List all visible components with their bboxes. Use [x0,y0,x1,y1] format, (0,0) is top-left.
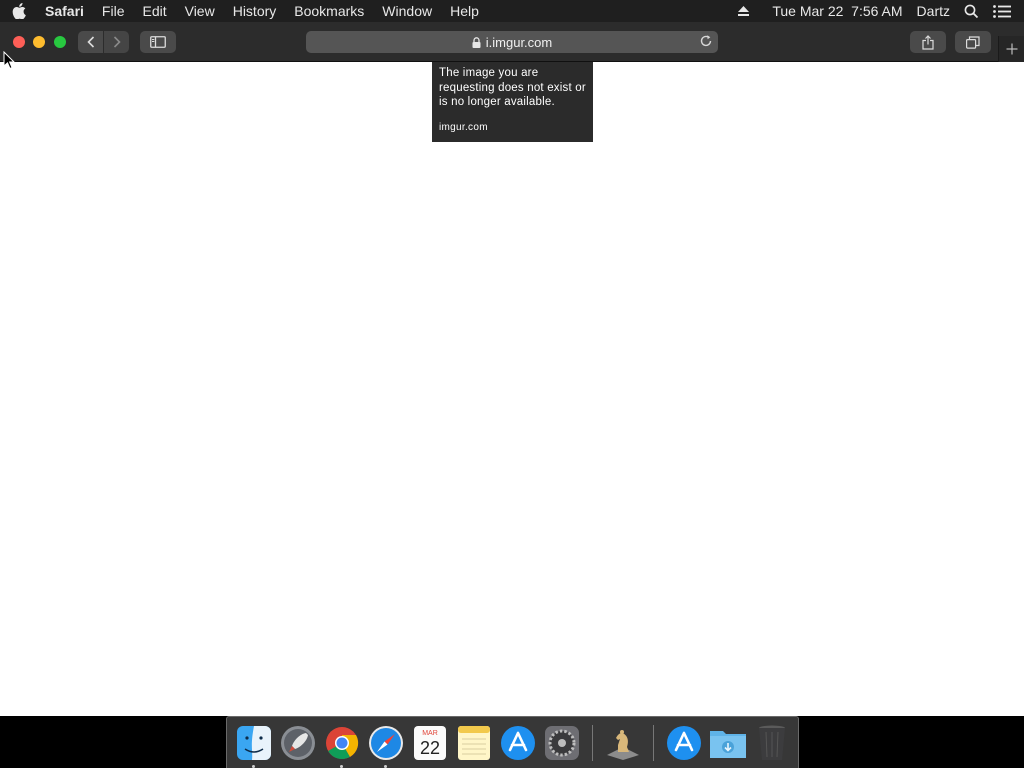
chrome-icon [326,726,359,759]
svg-text:MAR: MAR [422,730,438,737]
safari-window: i.imgur.com The image you are requesting… [0,22,1024,716]
notification-center-icon[interactable] [993,4,1011,18]
navigation-buttons [78,31,129,53]
mouse-cursor-icon [3,51,15,70]
menu-bookmarks[interactable]: Bookmarks [285,0,373,22]
close-window-button[interactable] [13,36,25,48]
dock-separator-2 [653,724,654,761]
site-label: imgur.com [439,121,488,133]
downloads-folder-icon [710,730,746,758]
share-icon [922,34,934,50]
share-button[interactable] [910,31,946,53]
chrome-running-indicator [340,764,343,768]
image-unavailable-placeholder: The image you are requesting does not ex… [432,62,593,142]
dock-chess[interactable] [604,724,642,762]
calendar-icon: MAR 22 [414,725,446,760]
spotlight-search-icon[interactable] [964,4,979,19]
dock-app-store-download[interactable] [665,724,703,762]
finder-running-indicator [252,764,255,768]
notes-icon [458,725,490,760]
address-bar-url: i.imgur.com [485,34,553,50]
menu-bar: Safari File Edit View History Bookmarks … [0,0,1024,22]
dock: MAR 22 [226,716,799,768]
dock-trash[interactable] [753,724,791,762]
address-bar[interactable]: i.imgur.com [306,31,718,53]
dock-separator [592,724,593,761]
chess-knight-icon [607,729,639,760]
menu-app-safari[interactable]: Safari [38,0,93,22]
dock-calendar[interactable]: MAR 22 [411,724,449,762]
show-sidebar-button[interactable] [140,31,176,53]
svg-text:22: 22 [420,738,440,758]
reload-button[interactable] [699,34,713,48]
reload-icon [700,35,712,47]
new-tab-button[interactable] [998,36,1024,62]
menubar-user[interactable]: Dartz [917,3,950,19]
tabs-overview-icon [966,35,980,49]
menu-window[interactable]: Window [373,0,441,22]
lock-icon [472,36,481,48]
plus-icon [1006,43,1017,55]
web-page-content: The image you are requesting does not ex… [0,62,1024,716]
finder-icon [237,725,271,760]
back-button[interactable] [78,31,103,53]
apple-menu[interactable] [0,3,38,19]
menu-view[interactable]: View [176,0,224,22]
launchpad-rocket-icon [281,725,315,760]
gear-icon [545,725,579,760]
sidebar-icon [150,36,166,48]
forward-button[interactable] [104,31,129,53]
chevron-left-icon [86,36,94,48]
safari-toolbar: i.imgur.com [0,22,1024,62]
safari-running-indicator [384,764,387,768]
dock-system-preferences[interactable] [543,724,581,762]
minimize-window-button[interactable] [33,36,45,48]
menu-file[interactable]: File [93,0,134,22]
error-message: The image you are requesting does not ex… [439,67,586,108]
menu-edit[interactable]: Edit [133,0,175,22]
dock-chrome[interactable] [323,724,361,768]
dock-finder[interactable] [235,724,273,768]
menubar-clock[interactable]: Tue Mar 22 7:56 AM [772,3,902,19]
app-store-icon [667,725,701,760]
show-all-tabs-button[interactable] [955,31,991,53]
chevron-right-icon [113,36,121,48]
safari-compass-icon [369,725,403,760]
dock-notes[interactable] [455,724,493,762]
dock-app-store[interactable] [499,724,537,762]
fullscreen-window-button[interactable] [54,36,66,48]
apple-icon [12,3,26,19]
eject-icon[interactable] [737,5,750,17]
menu-history[interactable]: History [224,0,286,22]
dock-safari[interactable] [367,724,405,768]
dock-launchpad[interactable] [279,724,317,762]
menu-help[interactable]: Help [441,0,488,22]
app-store-icon [501,725,535,760]
trash-icon [759,725,785,760]
dock-downloads-folder[interactable] [709,724,747,762]
